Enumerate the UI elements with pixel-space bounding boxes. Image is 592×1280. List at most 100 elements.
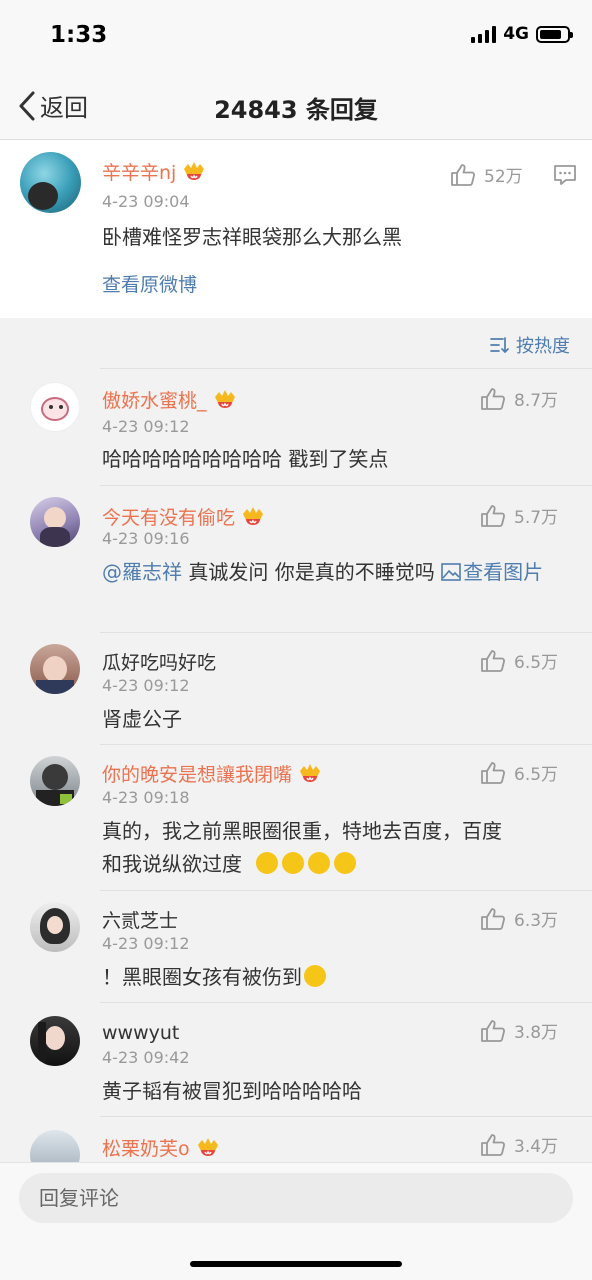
sort-button[interactable]: 按热度 xyxy=(490,332,570,358)
comment-body: ！黑眼圈女孩有被伤到 xyxy=(102,965,302,989)
username: wwwyut xyxy=(102,1022,180,1044)
home-indicator xyxy=(190,1261,402,1267)
smile-emoji-icon xyxy=(282,852,305,874)
avatar[interactable] xyxy=(20,152,81,213)
username-link[interactable]: wwwyut xyxy=(102,1022,179,1044)
picture-icon xyxy=(441,563,461,581)
sort-bar: 按热度 xyxy=(0,318,592,368)
divider xyxy=(100,632,592,633)
divider xyxy=(100,368,592,369)
username: 傲娇水蜜桃_ xyxy=(102,390,207,412)
username: 瓜好吃吗好吃 xyxy=(102,652,217,674)
timestamp: 4-23 09:12 xyxy=(102,417,190,436)
like-button[interactable]: 8.7万 xyxy=(480,386,558,411)
avatar[interactable] xyxy=(30,497,80,547)
original-comment: 辛辛辛nj 4-23 09:04 52万 卧槽难怪罗志祥眼袋那么大那么黑 查看原… xyxy=(0,140,592,318)
avatar[interactable] xyxy=(30,1130,80,1162)
comment-text: 黄子韬有被冒犯到哈哈哈哈哈 xyxy=(102,1079,362,1103)
divider xyxy=(100,1002,592,1003)
username: 今天有没有偷吃 xyxy=(102,507,236,529)
list-item: 松栗奶芙o 3.4万 xyxy=(0,1116,592,1162)
status-time: 1:33 xyxy=(50,22,108,48)
like-count: 6.3万 xyxy=(514,911,559,931)
thumbs-up-icon xyxy=(481,1019,505,1042)
username-link[interactable]: 你的晚安是想讓我閉嘴 xyxy=(102,760,322,787)
smile-emoji-icon xyxy=(334,852,357,874)
smile-emoji-icon xyxy=(308,852,331,874)
comment-text: @羅志祥 真诚发问 你是真的不睡觉吗 查看图片 xyxy=(102,555,562,589)
divider xyxy=(100,890,592,891)
list-item: wwwyut 4-23 09:42 3.8万 黄子韬有被冒犯到哈哈哈哈哈 xyxy=(0,1002,592,1116)
username: 松栗奶芙o xyxy=(102,1138,190,1160)
list-item: 六贰芝士 4-23 09:12 6.3万 ！黑眼圈女孩有被伤到 xyxy=(0,890,592,1002)
like-button[interactable]: 3.8万 xyxy=(480,1018,558,1043)
username-link[interactable]: 松栗奶芙o xyxy=(102,1134,220,1161)
sort-label: 按热度 xyxy=(516,336,570,357)
thumbs-up-icon xyxy=(481,761,505,784)
like-button[interactable]: 6.5万 xyxy=(480,760,558,785)
username-link[interactable]: 瓜好吃吗好吃 xyxy=(102,648,216,675)
thumbs-up-icon xyxy=(451,163,475,186)
avatar[interactable] xyxy=(30,902,80,952)
divider xyxy=(100,744,592,745)
avatar[interactable] xyxy=(30,644,80,694)
vip-crown-icon xyxy=(197,1137,218,1156)
smile-emoji-icon xyxy=(256,852,279,874)
avatar[interactable] xyxy=(30,382,80,432)
comment-text: ！黑眼圈女孩有被伤到 xyxy=(102,960,330,994)
username-link[interactable]: 傲娇水蜜桃_ xyxy=(102,386,237,413)
avatar[interactable] xyxy=(30,756,80,806)
divider xyxy=(100,1116,592,1117)
thumbs-up-icon xyxy=(481,907,505,930)
username: 六贰芝士 xyxy=(102,910,179,932)
timestamp: 4-23 09:12 xyxy=(102,676,190,695)
username-link[interactable]: 六贰芝士 xyxy=(102,906,178,933)
timestamp: 4-23 09:04 xyxy=(102,192,190,211)
comment-body: 和我说纵欲过度 xyxy=(102,852,242,876)
like-button[interactable]: 6.3万 xyxy=(480,906,558,931)
view-picture-link[interactable]: 查看图片 xyxy=(441,560,543,584)
like-count: 8.7万 xyxy=(514,391,559,411)
avatar[interactable] xyxy=(30,1016,80,1066)
network-label: 4G xyxy=(503,24,529,44)
username-link[interactable]: 辛辛辛nj xyxy=(102,158,206,185)
view-original-link[interactable]: 查看原微博 xyxy=(102,268,197,302)
status-bar: 1:33 4G xyxy=(0,0,592,74)
nav-bar: 返回 24843 条回复 xyxy=(0,74,592,140)
thumbs-up-icon xyxy=(481,387,505,410)
reply-bar: 回复评论 xyxy=(0,1162,592,1280)
reply-input[interactable]: 回复评论 xyxy=(19,1173,573,1223)
view-picture-label: 查看图片 xyxy=(463,560,544,584)
timestamp: 4-23 09:12 xyxy=(102,934,190,953)
laughing-tears-emoji-icon xyxy=(304,965,326,987)
like-button[interactable]: 52万 xyxy=(450,162,523,187)
list-item: 傲娇水蜜桃_ 4-23 09:12 8.7万 哈哈哈哈哈哈哈哈哈 戳到了笑点 xyxy=(0,368,592,485)
signal-icon xyxy=(471,25,497,43)
comment-icon[interactable] xyxy=(553,164,577,186)
list-item: 你的晚安是想讓我閉嘴 4-23 09:18 6.5万 真的，我之前黑眼圈很重，特… xyxy=(0,744,592,890)
mention-link[interactable]: @羅志祥 xyxy=(102,560,182,584)
list-item: 瓜好吃吗好吃 4-23 09:12 6.5万 肾虚公子 xyxy=(0,632,592,744)
like-button[interactable]: 5.7万 xyxy=(480,503,558,528)
thumbs-up-icon xyxy=(481,504,505,527)
vip-crown-icon xyxy=(184,161,205,180)
like-button[interactable]: 6.5万 xyxy=(480,648,558,673)
battery-icon xyxy=(536,25,573,43)
vip-crown-icon xyxy=(300,763,321,782)
like-count: 6.5万 xyxy=(514,765,559,785)
vip-crown-icon xyxy=(243,506,264,525)
divider xyxy=(100,485,592,486)
like-count: 3.4万 xyxy=(514,1137,559,1157)
comment-text-line2: 和我说纵欲过度 xyxy=(102,847,360,881)
username: 你的晚安是想讓我閉嘴 xyxy=(102,764,293,786)
comment-text: 肾虚公子 xyxy=(102,707,182,731)
comment-text: 卧槽难怪罗志祥眼袋那么大那么黑 xyxy=(102,225,402,249)
username-link[interactable]: 今天有没有偷吃 xyxy=(102,503,265,530)
like-count: 52万 xyxy=(484,167,523,187)
like-button[interactable]: 3.4万 xyxy=(480,1132,558,1157)
list-item: 今天有没有偷吃 4-23 09:16 5.7万 @羅志祥 真诚发问 你是真的不睡… xyxy=(0,485,592,632)
comment-body: 真诚发问 你是真的不睡觉吗 xyxy=(182,560,442,584)
sort-icon xyxy=(490,337,509,354)
like-count: 5.7万 xyxy=(514,508,559,528)
status-icons: 4G xyxy=(471,24,573,44)
